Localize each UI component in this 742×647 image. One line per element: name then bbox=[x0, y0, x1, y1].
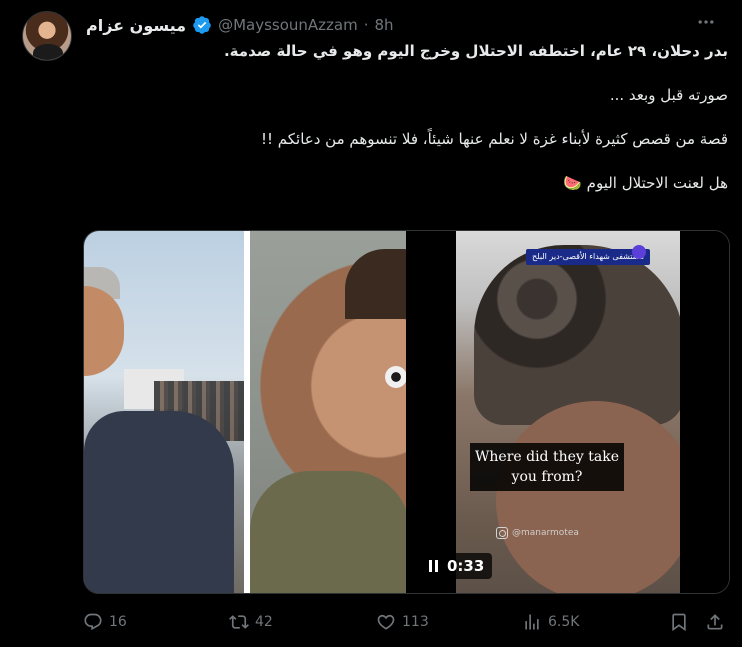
more-icon[interactable] bbox=[696, 12, 716, 37]
like-button[interactable]: 113 bbox=[376, 610, 429, 634]
tweet-paragraph: صورته قبل وبعد ... bbox=[609, 86, 728, 104]
bookmark-button[interactable] bbox=[669, 610, 689, 634]
like-icon bbox=[377, 614, 395, 630]
tweet-header: ميسون عزام @MayssounAzzam · 8h bbox=[86, 12, 722, 38]
video-player[interactable]: مستشفى شهداء الأقصى-دير البلح Where did … bbox=[83, 230, 730, 594]
separator-dot: · bbox=[363, 16, 369, 34]
verified-icon bbox=[193, 16, 211, 34]
display-name[interactable]: ميسون عزام bbox=[86, 16, 186, 35]
instagram-icon bbox=[496, 527, 508, 539]
action-bar: 16 42 113 6.5K bbox=[83, 610, 728, 634]
tweet-paragraph: هل لعنت الاحتلال اليوم 🍉 bbox=[563, 174, 728, 192]
after-photo bbox=[250, 231, 415, 593]
tweet-paragraph: بدر دحلان، ٢٩ عام، اختطفه الاحتلال وخرج … bbox=[223, 42, 728, 60]
watermark-text: @manarmotea bbox=[512, 528, 579, 538]
repost-count: 42 bbox=[255, 614, 273, 630]
reply-icon bbox=[84, 613, 102, 631]
reply-count: 16 bbox=[109, 614, 127, 630]
pause-icon[interactable] bbox=[429, 560, 439, 572]
watermark: @manarmotea bbox=[496, 527, 579, 539]
repost-button[interactable]: 42 bbox=[229, 610, 273, 634]
tweet-text: بدر دحلان، ٢٩ عام، اختطفه الاحتلال وخرج … bbox=[86, 40, 728, 216]
bookmark-icon bbox=[672, 613, 686, 632]
video-caption: Where did they take you from? bbox=[470, 443, 624, 491]
views-icon bbox=[525, 614, 539, 630]
views-button[interactable]: 6.5K bbox=[522, 610, 579, 634]
video-controls[interactable]: 0:33 bbox=[421, 553, 493, 579]
video-frame: مستشفى شهداء الأقصى-دير البلح Where did … bbox=[456, 231, 680, 593]
tweet-paragraph: قصة من قصص كثيرة لأبناء غزة لا نعلم عنها… bbox=[260, 130, 728, 148]
view-count: 6.5K bbox=[548, 614, 580, 630]
repost-icon bbox=[229, 615, 249, 629]
share-button[interactable] bbox=[705, 610, 725, 634]
channel-logo-icon bbox=[632, 245, 646, 259]
share-icon bbox=[707, 614, 723, 630]
timestamp[interactable]: 8h bbox=[375, 16, 394, 34]
video-duration: 0:33 bbox=[447, 557, 485, 575]
reply-button[interactable]: 16 bbox=[83, 610, 127, 634]
handle[interactable]: @MayssounAzzam bbox=[218, 16, 358, 34]
like-count: 113 bbox=[402, 614, 429, 630]
avatar[interactable] bbox=[22, 11, 72, 61]
before-photo bbox=[84, 231, 244, 593]
